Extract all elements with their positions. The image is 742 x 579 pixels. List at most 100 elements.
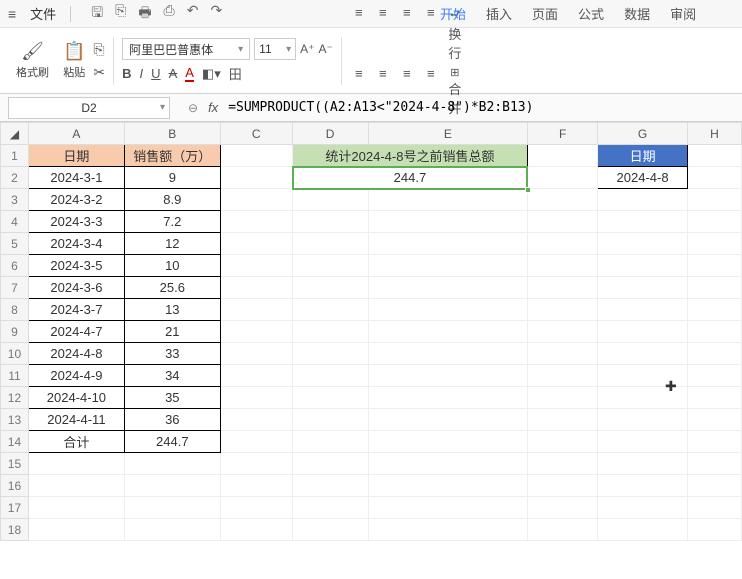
cell[interactable] xyxy=(292,277,368,299)
row-header[interactable]: 2 xyxy=(1,167,29,189)
row-header[interactable]: 14 xyxy=(1,431,29,453)
cell[interactable]: 2024-3-3 xyxy=(28,211,124,233)
col-header-H[interactable]: H xyxy=(688,123,742,145)
cell[interactable] xyxy=(220,277,292,299)
row-header[interactable]: 9 xyxy=(1,321,29,343)
cell[interactable] xyxy=(368,277,528,299)
cell[interactable] xyxy=(528,387,598,409)
cell[interactable]: 2024-3-1 xyxy=(28,167,124,189)
cell[interactable] xyxy=(368,211,528,233)
cell[interactable] xyxy=(292,365,368,387)
cell[interactable] xyxy=(220,321,292,343)
row-header[interactable]: 17 xyxy=(1,497,29,519)
formula-bar[interactable] xyxy=(228,100,742,115)
paste-button[interactable]: 📋 粘贴 xyxy=(57,39,91,82)
row-header[interactable]: 15 xyxy=(1,453,29,475)
row-header[interactable]: 18 xyxy=(1,519,29,541)
tab-page[interactable]: 页面 xyxy=(532,4,558,23)
tab-start[interactable]: 开始 xyxy=(440,4,466,23)
row-header[interactable]: 7 xyxy=(1,277,29,299)
cell[interactable]: 7.2 xyxy=(124,211,220,233)
cell[interactable] xyxy=(688,299,742,321)
cell[interactable] xyxy=(220,475,292,497)
cell[interactable] xyxy=(598,365,688,387)
cell[interactable] xyxy=(368,409,528,431)
cell[interactable] xyxy=(528,365,598,387)
cell[interactable] xyxy=(598,453,688,475)
cell[interactable] xyxy=(368,299,528,321)
decrease-font-icon[interactable]: A⁻ xyxy=(319,42,333,56)
increase-font-icon[interactable]: A⁺ xyxy=(300,42,314,56)
cell[interactable] xyxy=(688,167,742,189)
cell[interactable] xyxy=(368,475,528,497)
cell[interactable] xyxy=(598,277,688,299)
cell[interactable]: 合计 xyxy=(28,431,124,453)
fx-icon[interactable]: fx xyxy=(208,100,218,115)
cell[interactable] xyxy=(220,519,292,541)
cell[interactable]: 12 xyxy=(124,233,220,255)
cell[interactable]: 2024-3-4 xyxy=(28,233,124,255)
preview-icon[interactable]: ⎙ xyxy=(164,2,175,26)
row-header[interactable]: 8 xyxy=(1,299,29,321)
cell[interactable] xyxy=(292,233,368,255)
cell[interactable] xyxy=(220,365,292,387)
cell[interactable] xyxy=(528,519,598,541)
cell[interactable] xyxy=(292,189,368,211)
cell[interactable]: 2024-4-10 xyxy=(28,387,124,409)
cell[interactable] xyxy=(528,343,598,365)
cell[interactable] xyxy=(528,145,598,167)
underline-button[interactable]: U xyxy=(151,66,160,81)
cell[interactable] xyxy=(528,497,598,519)
cell[interactable]: 2024-4-8 xyxy=(28,343,124,365)
col-header-G[interactable]: G xyxy=(598,123,688,145)
copy-icon[interactable]: ⎘ xyxy=(93,41,105,58)
row-header[interactable]: 3 xyxy=(1,189,29,211)
cell[interactable] xyxy=(688,387,742,409)
cell[interactable] xyxy=(368,387,528,409)
cell[interactable] xyxy=(368,321,528,343)
cell[interactable] xyxy=(220,431,292,453)
col-header-A[interactable]: A xyxy=(28,123,124,145)
row-header[interactable]: 13 xyxy=(1,409,29,431)
cell[interactable] xyxy=(688,431,742,453)
cell[interactable] xyxy=(688,277,742,299)
cell[interactable] xyxy=(292,519,368,541)
col-header-D[interactable]: D xyxy=(292,123,368,145)
cell[interactable] xyxy=(528,475,598,497)
tab-data[interactable]: 数据 xyxy=(624,4,650,23)
cell[interactable] xyxy=(598,387,688,409)
cell[interactable] xyxy=(688,453,742,475)
cell[interactable] xyxy=(528,277,598,299)
cell[interactable] xyxy=(688,409,742,431)
cell[interactable]: 2024-4-8 xyxy=(598,167,688,189)
cell[interactable] xyxy=(598,211,688,233)
cell[interactable] xyxy=(220,255,292,277)
cell[interactable] xyxy=(368,453,528,475)
cell[interactable] xyxy=(528,431,598,453)
font-size-select[interactable]: 11▾ xyxy=(254,38,296,60)
cell[interactable] xyxy=(368,365,528,387)
cell[interactable]: 10 xyxy=(124,255,220,277)
cell[interactable] xyxy=(292,409,368,431)
cell[interactable] xyxy=(220,409,292,431)
cell[interactable] xyxy=(220,497,292,519)
cell[interactable] xyxy=(368,343,528,365)
spreadsheet-grid[interactable]: ◢ A B C D E F G H 1 日期 销售额（万） 统计2024-4-8… xyxy=(0,122,742,541)
cell[interactable] xyxy=(368,519,528,541)
cell[interactable] xyxy=(688,255,742,277)
cell[interactable] xyxy=(292,343,368,365)
tab-formula[interactable]: 公式 xyxy=(578,4,604,23)
cell[interactable] xyxy=(28,497,124,519)
cell[interactable] xyxy=(220,233,292,255)
cell[interactable] xyxy=(598,321,688,343)
cell[interactable]: 日期 xyxy=(598,145,688,167)
tab-insert[interactable]: 插入 xyxy=(486,4,512,23)
cell[interactable] xyxy=(688,519,742,541)
cell[interactable] xyxy=(528,233,598,255)
cell[interactable] xyxy=(598,189,688,211)
cell[interactable] xyxy=(220,211,292,233)
font-color-button[interactable]: A xyxy=(185,65,194,82)
cell[interactable]: 销售额（万） xyxy=(124,145,220,167)
row-header[interactable]: 16 xyxy=(1,475,29,497)
cell[interactable]: 9 xyxy=(124,167,220,189)
